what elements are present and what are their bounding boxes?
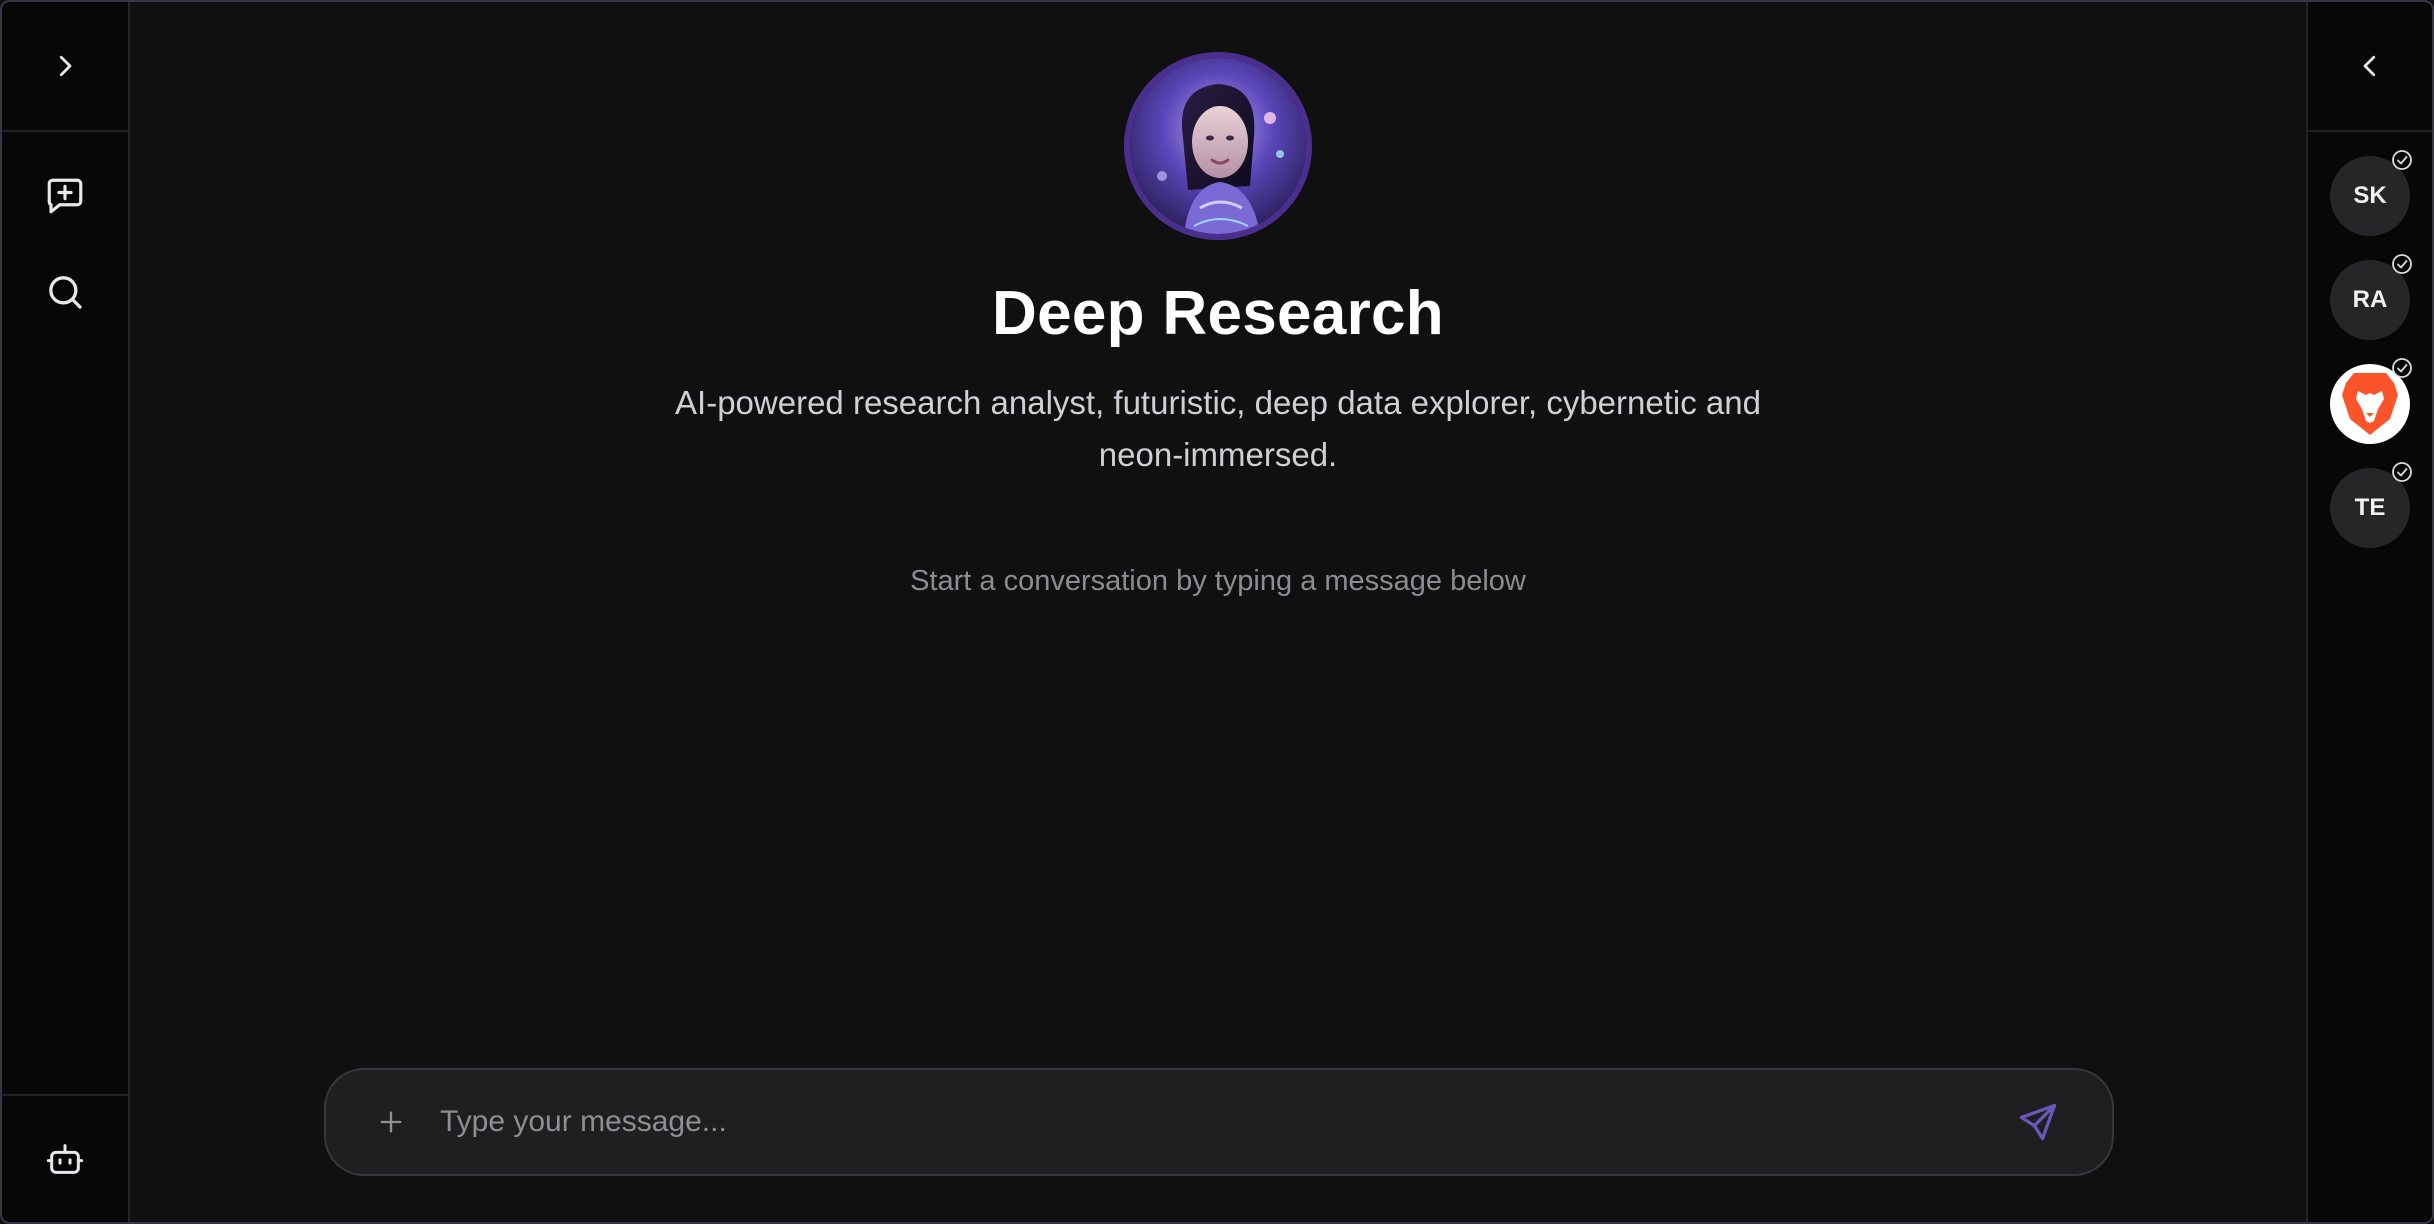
agent-intro: Deep Research AI-powered research analys… <box>130 58 2306 598</box>
agent-description: AI-powered research analyst, futuristic,… <box>675 384 1761 473</box>
agent-item[interactable]: TE <box>2330 462 2412 548</box>
check-circle-icon <box>2392 254 2412 274</box>
empty-state-hint: Start a conversation by typing a message… <box>910 565 1526 597</box>
left-sidebar-header <box>2 2 128 132</box>
app-window: Deep Research AI-powered research analys… <box>0 0 2434 1224</box>
plus-icon <box>380 1111 402 1133</box>
search-button[interactable] <box>33 260 97 324</box>
message-input[interactable] <box>438 1104 2006 1140</box>
check-circle-icon <box>2392 150 2412 170</box>
agent-list: SK RA TE <box>2308 132 2432 548</box>
message-plus-icon <box>47 178 83 214</box>
agent-initials: SK <box>2353 182 2387 209</box>
chat-main: Deep Research AI-powered research analys… <box>130 2 2306 1222</box>
send-button[interactable] <box>2006 1090 2070 1154</box>
agent-item[interactable]: SK <box>2330 150 2412 236</box>
collapse-right-sidebar-button[interactable] <box>2338 34 2402 98</box>
agent-item[interactable] <box>2330 358 2412 444</box>
new-chat-button[interactable] <box>33 164 97 228</box>
chevron-right-icon <box>59 55 72 77</box>
send-icon <box>2019 1103 2057 1141</box>
left-sidebar-actions <box>2 132 128 324</box>
agents-button[interactable] <box>33 1127 97 1191</box>
left-sidebar-footer <box>2 1094 128 1222</box>
expand-sidebar-button[interactable] <box>33 34 97 98</box>
chevron-left-icon <box>2363 55 2376 77</box>
agent-avatar <box>1130 58 1306 234</box>
agent-title: Deep Research <box>992 279 1444 348</box>
left-sidebar <box>2 2 130 1222</box>
agent-initials: RA <box>2352 286 2388 313</box>
check-circle-icon <box>2392 358 2412 378</box>
agent-initials: TE <box>2354 494 2386 521</box>
right-sidebar-header <box>2308 2 2432 132</box>
check-circle-icon <box>2392 462 2412 482</box>
attach-button[interactable] <box>364 1095 418 1149</box>
message-composer <box>324 1068 2114 1176</box>
agent-item[interactable]: RA <box>2330 254 2412 340</box>
right-sidebar: SK RA TE <box>2306 2 2432 1222</box>
robot-icon <box>46 1144 84 1174</box>
search-icon <box>49 276 82 309</box>
